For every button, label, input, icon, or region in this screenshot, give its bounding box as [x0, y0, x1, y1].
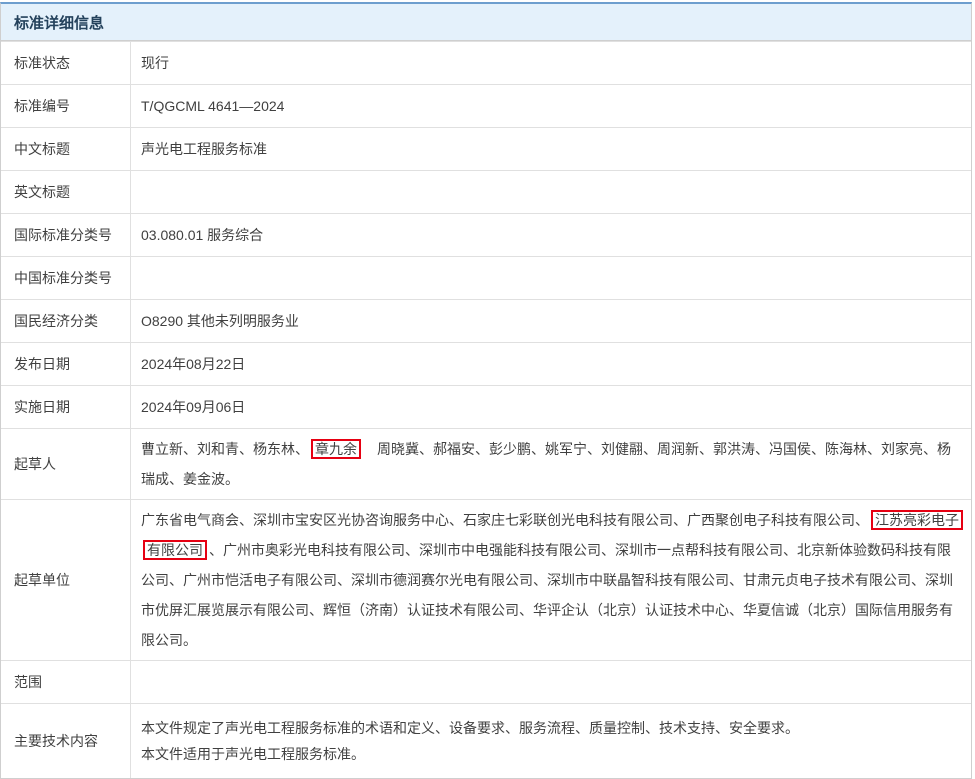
- row-value: [131, 257, 971, 299]
- row-label: 起草单位: [1, 500, 131, 660]
- row-main-technical-content: 主要技术内容 本文件规定了声光电工程服务标准的术语和定义、设备要求、服务流程、质…: [1, 703, 971, 778]
- row-value: [131, 661, 971, 703]
- row-drafting-organizations: 起草单位 广东省电气商会、深圳市宝安区光协咨询服务中心、石家庄七彩联创光电科技有…: [1, 499, 971, 660]
- standard-detail-panel: 标准详细信息 标准状态 现行 标准编号 T/QGCML 4641—2024 中文…: [0, 2, 972, 779]
- row-value: 声光电工程服务标准: [131, 128, 971, 170]
- row-label: 起草人: [1, 429, 131, 499]
- row-value: 2024年09月06日: [131, 386, 971, 428]
- row-label: 国际标准分类号: [1, 214, 131, 256]
- row-label: 英文标题: [1, 171, 131, 213]
- row-scope: 范围: [1, 660, 971, 703]
- row-publish-date: 发布日期 2024年08月22日: [1, 342, 971, 385]
- row-label: 发布日期: [1, 343, 131, 385]
- row-chinese-title: 中文标题 声光电工程服务标准: [1, 127, 971, 170]
- row-ccs-number: 中国标准分类号: [1, 256, 971, 299]
- row-value: 曹立新、刘和青、杨东林、章九余 周晓冀、郝福安、彭少鹏、姚军宁、刘健翮、周润新、…: [131, 429, 971, 499]
- row-value: 现行: [131, 42, 971, 84]
- row-national-economy-class: 国民经济分类 O8290 其他未列明服务业: [1, 299, 971, 342]
- row-label: 国民经济分类: [1, 300, 131, 342]
- row-value: 2024年08月22日: [131, 343, 971, 385]
- row-value: [131, 171, 971, 213]
- row-value: 广东省电气商会、深圳市宝安区光协咨询服务中心、石家庄七彩联创光电科技有限公司、广…: [131, 500, 971, 660]
- organizations-text: 广东省电气商会、深圳市宝安区光协咨询服务中心、石家庄七彩联创光电科技有限公司、广…: [141, 512, 869, 528]
- row-value: O8290 其他未列明服务业: [131, 300, 971, 342]
- row-value: 03.080.01 服务综合: [131, 214, 971, 256]
- drafters-text: 曹立新、刘和青、杨东林、: [141, 441, 309, 457]
- row-ics-number: 国际标准分类号 03.080.01 服务综合: [1, 213, 971, 256]
- row-implement-date: 实施日期 2024年09月06日: [1, 385, 971, 428]
- technical-content-paragraph: 本文件规定了声光电工程服务标准的术语和定义、设备要求、服务流程、质量控制、技术支…: [141, 718, 961, 738]
- row-drafters: 起草人 曹立新、刘和青、杨东林、章九余 周晓冀、郝福安、彭少鹏、姚军宁、刘健翮、…: [1, 428, 971, 499]
- row-label: 中国标准分类号: [1, 257, 131, 299]
- organizations-text: 、广州市奥彩光电科技有限公司、深圳市中电强能科技有限公司、深圳市一点帮科技有限公…: [141, 542, 953, 648]
- row-standard-status: 标准状态 现行: [1, 41, 971, 84]
- row-label: 标准状态: [1, 42, 131, 84]
- technical-content-paragraph: 本文件适用于声光电工程服务标准。: [141, 744, 961, 764]
- row-label: 主要技术内容: [1, 704, 131, 778]
- row-label: 范围: [1, 661, 131, 703]
- row-standard-number: 标准编号 T/QGCML 4641—2024: [1, 84, 971, 127]
- row-english-title: 英文标题: [1, 170, 971, 213]
- row-label: 标准编号: [1, 85, 131, 127]
- row-value: T/QGCML 4641—2024: [131, 85, 971, 127]
- row-label: 中文标题: [1, 128, 131, 170]
- row-value: 本文件规定了声光电工程服务标准的术语和定义、设备要求、服务流程、质量控制、技术支…: [131, 704, 971, 778]
- panel-title: 标准详细信息: [1, 4, 971, 41]
- row-label: 实施日期: [1, 386, 131, 428]
- highlight-box-drafter: 章九余: [311, 439, 361, 459]
